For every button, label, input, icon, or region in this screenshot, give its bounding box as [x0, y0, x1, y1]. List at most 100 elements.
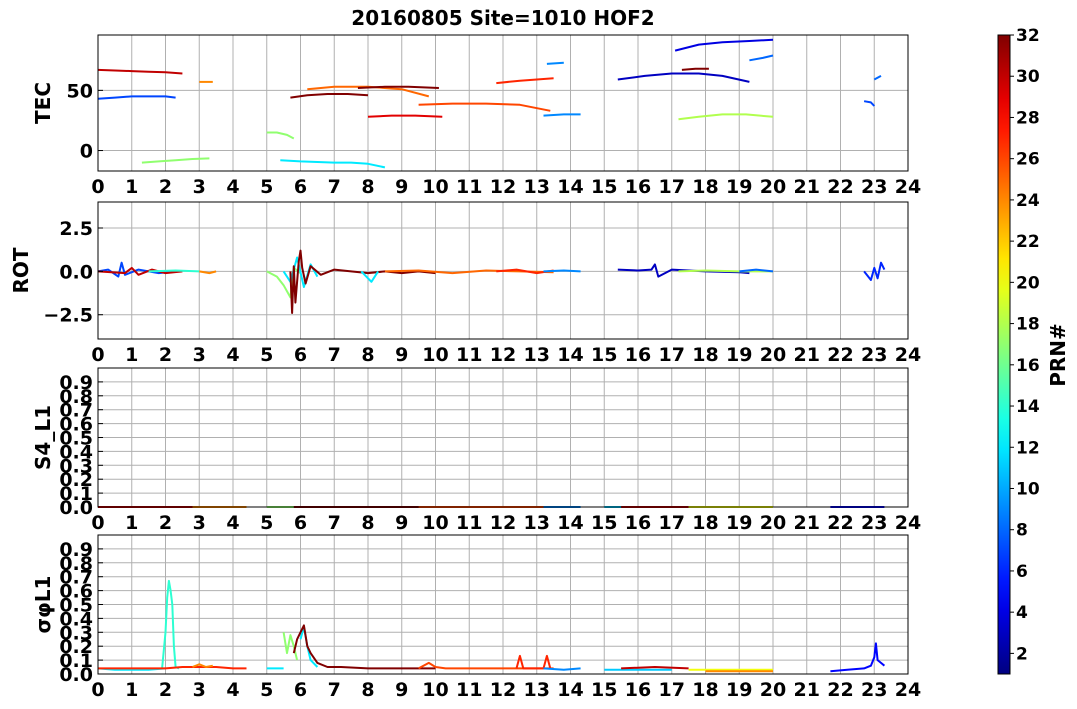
- s4-panel: 0 1 2 3 4 5 6 7 8 9 10 11 12 13 14 15 16 17 18 19 20 21 22 23 24…: [31, 367, 921, 534]
- x-tick-label: 4: [226, 176, 239, 198]
- x-tick-label: 24: [895, 344, 921, 366]
- x-tick-label: 14: [557, 344, 583, 366]
- figure: 20160805 Site=1010 HOF2 0 1 2 3 4 5 6 7 8 9 10 11 12…: [9, 6, 1070, 701]
- x-tick-label: 24: [895, 512, 921, 534]
- x-tick-label: 22: [827, 176, 853, 198]
- sigma-phi-panel: 0 1 2 3 4 5 6 7 8 9 10 11 12 13 14 15 16 17 18 19 20 21 22 23 24…: [31, 534, 921, 701]
- x-tick-label: 0: [91, 679, 104, 701]
- x-tick-label: 9: [395, 679, 408, 701]
- x-tick-label: 18: [692, 344, 718, 366]
- x-tick-label: 19: [726, 512, 752, 534]
- x-tick-label: 9: [395, 176, 408, 198]
- y-tick-labels: −2.5 0.0 2.5: [43, 218, 103, 327]
- colorbar-tick-label: 2: [1016, 644, 1028, 664]
- x-tick-label: 17: [659, 176, 685, 198]
- x-tick-label: 6: [294, 512, 307, 534]
- x-tick-label: 3: [193, 176, 206, 198]
- x-tick-label: 23: [861, 679, 887, 701]
- colorbar-tick-label: 14: [1016, 397, 1040, 417]
- x-tick-label: 1: [125, 344, 138, 366]
- x-tick-label: 12: [490, 679, 516, 701]
- x-tick-label: 17: [659, 512, 685, 534]
- x-tick-label: 17: [659, 344, 685, 366]
- x-tick-label: 5: [260, 176, 273, 198]
- x-tick-label: 7: [328, 176, 341, 198]
- y-tick-label: 0.0: [59, 261, 93, 283]
- colorbar-tick-label: 6: [1016, 562, 1028, 582]
- x-tick-label: 4: [226, 344, 239, 366]
- x-tick-label: 24: [895, 679, 921, 701]
- x-tick-label: 19: [726, 176, 752, 198]
- panels: 0 1 2 3 4 5 6 7 8 9 10 11 12 13 14 15 16 17 18 19 20 21 22 23 24…: [9, 34, 921, 701]
- chart-title: 20160805 Site=1010 HOF2: [351, 6, 654, 30]
- colorbar-tick-label: 16: [1016, 356, 1040, 376]
- y-axis-label: TEC: [31, 82, 55, 124]
- x-tick-label: 8: [361, 176, 374, 198]
- x-tick-label: 21: [794, 679, 820, 701]
- x-tick-label: 5: [260, 344, 273, 366]
- x-tick-label: 11: [456, 512, 482, 534]
- x-tick-label: 21: [794, 512, 820, 534]
- x-tick-label: 7: [328, 512, 341, 534]
- x-tick-label: 15: [591, 512, 617, 534]
- series-line-prn-9: [546, 61, 564, 65]
- x-tick-label: 19: [726, 344, 752, 366]
- x-tick-label: 6: [294, 176, 307, 198]
- colorbar: 2468101214161820222426283032 PRN#: [997, 26, 1070, 675]
- x-tick-label: 4: [226, 512, 239, 534]
- x-tick-label: 5: [260, 512, 273, 534]
- x-tick-label: 2: [159, 344, 172, 366]
- x-tick-label: 6: [294, 344, 307, 366]
- y-tick-label: 0.9: [59, 539, 93, 561]
- x-tick-label: 7: [328, 344, 341, 366]
- x-tick-label: 2: [159, 679, 172, 701]
- x-tick-label: 10: [422, 512, 448, 534]
- x-tick-label: 20: [760, 176, 786, 198]
- x-tick-label: 19: [726, 679, 752, 701]
- x-tick-label: 21: [794, 176, 820, 198]
- colorbar-tick-label: 26: [1016, 150, 1040, 170]
- x-tick-label: 0: [91, 512, 104, 534]
- series-line-prn-14: [148, 269, 200, 273]
- x-tick-label: 3: [193, 679, 206, 701]
- x-tick-label: 15: [591, 176, 617, 198]
- x-tick-label: 18: [692, 512, 718, 534]
- colorbar-tick-label: 18: [1016, 315, 1040, 335]
- x-tick-label: 10: [422, 344, 448, 366]
- x-tick-label: 20: [760, 679, 786, 701]
- x-tick-label: 10: [422, 679, 448, 701]
- x-tick-label: 14: [557, 176, 583, 198]
- x-tick-label: 9: [395, 512, 408, 534]
- x-tick-label: 10: [422, 176, 448, 198]
- x-tick-label: 5: [260, 679, 273, 701]
- x-tick-label: 13: [524, 679, 550, 701]
- colorbar-tick-label: 4: [1016, 603, 1028, 623]
- colorbar-tick-label: 12: [1016, 438, 1040, 458]
- x-tick-label: 23: [861, 176, 887, 198]
- colorbar-tick-label: 28: [1016, 108, 1040, 128]
- x-tick-label: 18: [692, 176, 718, 198]
- x-tick-label: 22: [827, 679, 853, 701]
- x-tick-labels: 0 1 2 3 4 5 6 7 8 9 10 11 12 13 14 15 16 17 18 19 20 21 22 23 24: [91, 679, 921, 701]
- y-tick-label: −2.5: [43, 305, 93, 327]
- x-tick-label: 1: [125, 176, 138, 198]
- x-tick-label: 15: [591, 344, 617, 366]
- colorbar-tick-label: 24: [1016, 191, 1040, 211]
- x-tick-label: 16: [625, 176, 651, 198]
- x-tick-label: 17: [659, 679, 685, 701]
- colorbar-ticks: 2468101214161820222426283032: [1010, 26, 1040, 664]
- colorbar-tick-label: 30: [1016, 67, 1040, 87]
- x-tick-label: 22: [827, 512, 853, 534]
- x-tick-label: 3: [193, 344, 206, 366]
- colorbar-tick-label: 32: [1016, 26, 1040, 46]
- x-tick-labels: 0 1 2 3 4 5 6 7 8 9 10 11 12 13 14 15 16 17 18 19 20 21 22 23 24: [91, 344, 921, 366]
- tec-panel: 0 1 2 3 4 5 6 7 8 9 10 11 12 13 14 15 16 17 18 19 20 21 22 23 24…: [31, 34, 921, 198]
- x-tick-label: 16: [625, 679, 651, 701]
- x-tick-label: 14: [557, 679, 583, 701]
- colorbar-label: PRN#: [1046, 323, 1070, 387]
- x-tick-label: 8: [361, 344, 374, 366]
- series-line-prn-9: [543, 269, 581, 273]
- rot-panel: 0 1 2 3 4 5 6 7 8 9 10 11 12 13 14 15 16 17 18 19 20 21 22 23 24…: [9, 201, 921, 366]
- y-tick-label: 0: [80, 141, 93, 163]
- y-tick-label: 2.5: [59, 218, 93, 240]
